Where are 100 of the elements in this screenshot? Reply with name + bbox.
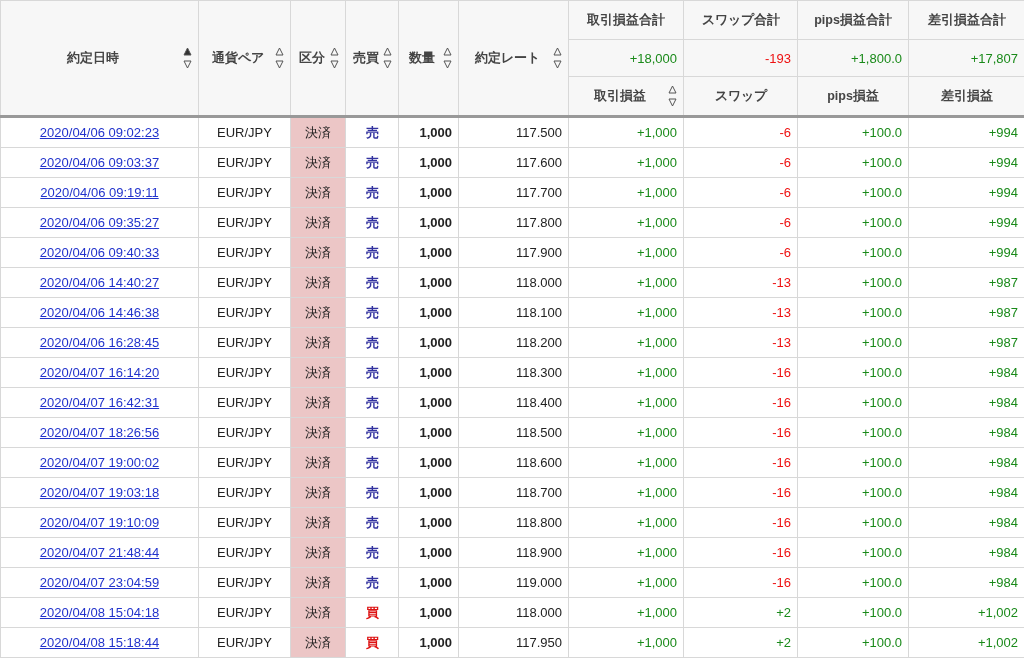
table-cell: +100.0 xyxy=(797,447,909,478)
table-cell: -16 xyxy=(683,387,798,418)
table-cell: -6 xyxy=(683,177,798,208)
table-cell: EUR/JPY xyxy=(198,567,291,598)
table-cell: 1,000 xyxy=(398,597,459,628)
table-cell: 117.950 xyxy=(458,627,569,658)
total-value: +1,800.0 xyxy=(797,39,909,77)
total-header: スワップ合計 xyxy=(683,0,798,40)
table-cell: -16 xyxy=(683,417,798,448)
column-header: 差引損益 xyxy=(908,76,1024,117)
column-header[interactable]: 売買 xyxy=(345,0,399,117)
table-cell: EUR/JPY xyxy=(198,297,291,328)
table-cell: -6 xyxy=(683,116,798,148)
table-cell: +100.0 xyxy=(797,627,909,658)
table-cell: EUR/JPY xyxy=(198,327,291,358)
table-cell: +100.0 xyxy=(797,357,909,388)
table-cell: 売 xyxy=(345,267,399,298)
table-cell: +100.0 xyxy=(797,116,909,148)
table-cell: 売 xyxy=(345,537,399,568)
table-cell: 売 xyxy=(345,387,399,418)
table-cell: 決済 xyxy=(290,507,346,538)
table-cell: -6 xyxy=(683,147,798,178)
table-cell: EUR/JPY xyxy=(198,507,291,538)
table-cell: +1,000 xyxy=(568,537,684,568)
table-cell: 1,000 xyxy=(398,327,459,358)
table-cell: 118.300 xyxy=(458,357,569,388)
total-value: +17,807 xyxy=(908,39,1024,77)
table-cell: 決済 xyxy=(290,537,346,568)
table-cell: +1,000 xyxy=(568,177,684,208)
sort-icon[interactable] xyxy=(275,46,284,70)
table-cell: +100.0 xyxy=(797,177,909,208)
table-cell: 117.900 xyxy=(458,237,569,268)
column-header: pips損益 xyxy=(797,76,909,117)
table-cell: +1,000 xyxy=(568,387,684,418)
table-cell: -16 xyxy=(683,447,798,478)
table-cell: -16 xyxy=(683,477,798,508)
table-cell: EUR/JPY xyxy=(198,537,291,568)
table-cell: 売 xyxy=(345,567,399,598)
table-cell: +100.0 xyxy=(797,477,909,508)
table-cell: 売 xyxy=(345,327,399,358)
table-cell: 117.700 xyxy=(458,177,569,208)
total-header: 差引損益合計 xyxy=(908,0,1024,40)
total-header: 取引損益合計 xyxy=(568,0,684,40)
column-header[interactable]: 約定日時 xyxy=(0,0,199,117)
sort-icon[interactable] xyxy=(443,46,452,70)
table-cell: +1,000 xyxy=(568,147,684,178)
table-cell: 売 xyxy=(345,177,399,208)
table-cell: 決済 xyxy=(290,207,346,238)
total-value: +18,000 xyxy=(568,39,684,77)
table-cell: 118.900 xyxy=(458,537,569,568)
sort-icon[interactable] xyxy=(553,46,562,70)
sort-icon[interactable] xyxy=(383,46,392,70)
table-cell: 決済 xyxy=(290,627,346,658)
sort-icon[interactable] xyxy=(668,84,677,108)
table-cell: EUR/JPY xyxy=(198,357,291,388)
column-header[interactable]: 約定レート xyxy=(458,0,569,117)
table-cell: 118.800 xyxy=(458,507,569,538)
table-cell: -16 xyxy=(683,357,798,388)
table-cell: EUR/JPY xyxy=(198,627,291,658)
table-cell: +1,000 xyxy=(568,507,684,538)
table-cell: +2 xyxy=(683,597,798,628)
table-cell: 決済 xyxy=(290,147,346,178)
table-cell: +1,000 xyxy=(568,327,684,358)
table-cell: 1,000 xyxy=(398,297,459,328)
table-cell: +1,000 xyxy=(568,447,684,478)
sort-icon[interactable] xyxy=(183,46,192,70)
table-cell: 決済 xyxy=(290,387,346,418)
table-cell: +1,000 xyxy=(568,116,684,148)
column-header[interactable]: 取引損益 xyxy=(568,76,684,117)
column-header[interactable]: 通貨ペア xyxy=(198,0,291,117)
table-cell: EUR/JPY xyxy=(198,417,291,448)
table-cell: 117.500 xyxy=(458,116,569,148)
table-cell: 1,000 xyxy=(398,447,459,478)
table-cell: 売 xyxy=(345,147,399,178)
table-cell: +100.0 xyxy=(797,507,909,538)
table-cell: 1,000 xyxy=(398,627,459,658)
table-cell: +100.0 xyxy=(797,327,909,358)
table-cell: 買 xyxy=(345,597,399,628)
table-cell: 決済 xyxy=(290,327,346,358)
table-cell: 1,000 xyxy=(398,567,459,598)
table-cell: 118.400 xyxy=(458,387,569,418)
column-header[interactable]: 区分 xyxy=(290,0,346,117)
table-cell: +1,000 xyxy=(568,207,684,238)
table-cell: 119.000 xyxy=(458,567,569,598)
sort-icon[interactable] xyxy=(330,46,339,70)
table-cell: 1,000 xyxy=(398,177,459,208)
column-header[interactable]: 数量 xyxy=(398,0,459,117)
table-cell: 決済 xyxy=(290,237,346,268)
table-cell: 売 xyxy=(345,357,399,388)
table-cell: 117.600 xyxy=(458,147,569,178)
table-cell: +100.0 xyxy=(797,207,909,238)
table-cell: 118.000 xyxy=(458,267,569,298)
table-cell: 1,000 xyxy=(398,537,459,568)
table-cell: EUR/JPY xyxy=(198,207,291,238)
table-cell: +2 xyxy=(683,627,798,658)
table-cell: 決済 xyxy=(290,357,346,388)
table-cell: 1,000 xyxy=(398,207,459,238)
table-cell: -16 xyxy=(683,537,798,568)
table-cell: +100.0 xyxy=(797,417,909,448)
table-cell: +1,000 xyxy=(568,297,684,328)
